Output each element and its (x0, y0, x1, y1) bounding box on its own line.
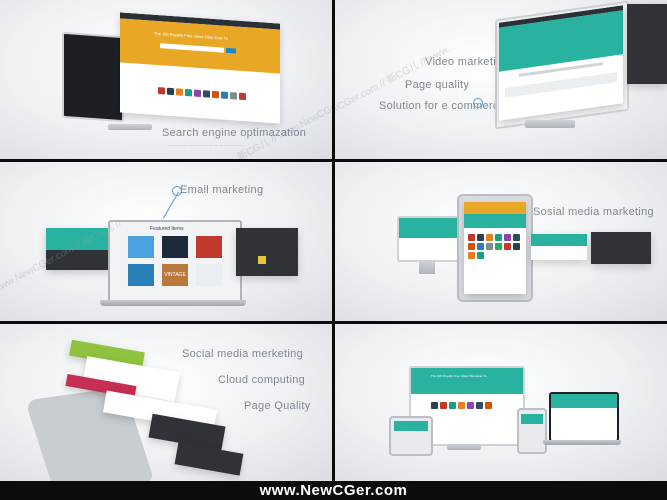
monitor-stand (525, 120, 575, 128)
caption-sub: — — — — — — — — — — — — — — — (168, 142, 244, 147)
hero-title: The 100 Royalty Free Video Files Ever To (154, 30, 228, 41)
panel-cloud-computing: Social media merketing Cloud computing P… (0, 324, 332, 481)
smartphone (517, 408, 547, 454)
left-monitor (397, 216, 459, 262)
thumbnail-row (158, 87, 246, 101)
item-page-quality: Page quality (405, 79, 470, 91)
item-page-quality: Page Quality (244, 400, 311, 412)
panel-seo: The 100 Royalty Free Video Files Ever To… (0, 0, 332, 159)
back-screen (627, 4, 667, 84)
caption: Email marketing (180, 184, 264, 196)
laptop-base (100, 300, 246, 306)
layer-dark-2 (174, 442, 244, 476)
website-screen (499, 5, 623, 121)
right-screen (531, 234, 587, 260)
panel-email-marketing: Email marketing Featured Items VINTAGE w… (0, 162, 332, 321)
pointer-line (163, 192, 179, 219)
hero-title: The 100 Royalty Free Video Files Ever To (431, 374, 487, 378)
panel-video-marketing: Video marketing Page quality Solution fo… (335, 0, 667, 159)
laptop (549, 392, 619, 442)
search-button[interactable] (226, 47, 236, 54)
item-social-media: Social media merketing (182, 348, 303, 360)
monitor-stand (447, 444, 481, 450)
far-right-screen (591, 232, 651, 264)
item-solution-ecommerce: Solution for e commerce (379, 100, 506, 112)
laptop: Featured Items VINTAGE (108, 220, 242, 304)
laptop-base (543, 440, 621, 445)
footer-watermark: www.NewCGer.com (0, 481, 667, 500)
search-input[interactable] (160, 43, 224, 53)
panel-social-media: Sosial media marketing (335, 162, 667, 321)
pointer-circle-icon (473, 98, 483, 108)
monitor-stand (419, 260, 435, 274)
website-screen: The 100 Royalty Free Video Files Ever To (120, 12, 280, 124)
vintage-badge: VINTAGE (162, 264, 188, 286)
caption: Sosial media marketing (533, 206, 654, 218)
site-url[interactable]: www.NewCGer.com (260, 482, 408, 499)
tablet (457, 194, 533, 302)
panel-responsive-devices: The 100 Royalty Free Video Files Ever To (335, 324, 667, 481)
right-screen (236, 228, 298, 276)
item-cloud-computing: Cloud computing (218, 374, 306, 386)
monitor-stand (108, 124, 152, 130)
featured-title: Featured Items (150, 226, 184, 232)
monitor (62, 31, 124, 123)
tablet (389, 416, 433, 456)
storyboard-grid: The 100 Royalty Free Video Files Ever To… (0, 0, 667, 481)
